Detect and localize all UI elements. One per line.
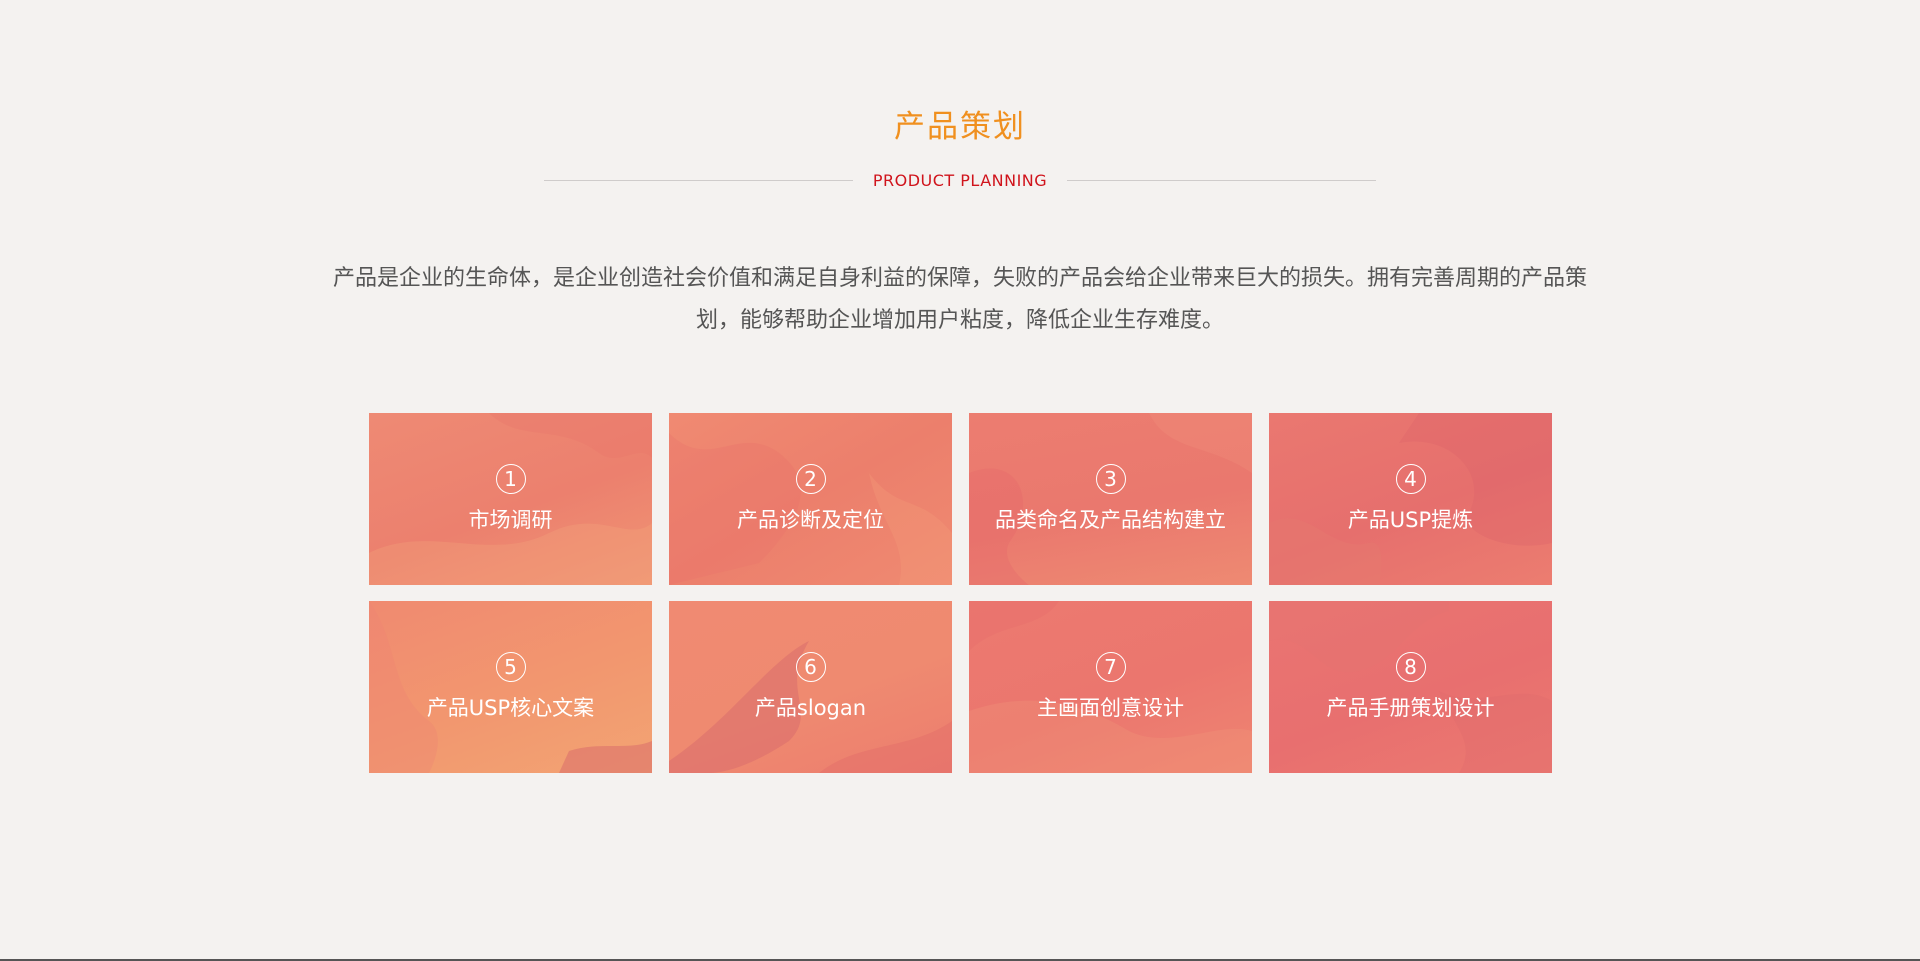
subtitle-right-divider <box>1067 179 1377 181</box>
swirl-decoration <box>969 601 1252 773</box>
card-number-badge: 4 <box>1395 464 1426 494</box>
card-label: 品类命名及产品结构建立 <box>995 508 1226 532</box>
card-product-diagnosis[interactable]: 2 产品诊断及定位 <box>669 413 952 585</box>
swirl-decoration <box>369 413 652 585</box>
subtitle-row: PRODUCT PLANNING <box>544 168 1377 192</box>
section-description: 产品是企业的生命体，是企业创造社会价值和满足自身利益的保障，失败的产品会给企业带… <box>270 258 1650 342</box>
description-line-1: 产品是企业的生命体，是企业创造社会价值和满足自身利益的保障，失败的产品会给企业带… <box>332 266 1587 291</box>
product-planning-section: 产品策划 PRODUCT PLANNING 产品是企业的生命体，是企业创造社会价… <box>0 0 1920 961</box>
card-market-research[interactable]: 1 市场调研 <box>369 413 652 585</box>
card-label: 产品slogan <box>754 696 867 720</box>
swirl-decoration <box>1269 601 1552 773</box>
subtitle-left-divider <box>544 179 853 181</box>
description-line-2: 划，能够帮助企业增加用户粘度，降低企业生存难度。 <box>695 308 1224 333</box>
card-category-naming[interactable]: 3 品类命名及产品结构建立 <box>969 413 1252 585</box>
card-number-badge: 8 <box>1395 652 1426 682</box>
swirl-decoration <box>669 433 952 585</box>
swirl-decoration <box>369 601 652 773</box>
card-number-badge: 6 <box>795 652 826 682</box>
card-number-badge: 2 <box>795 464 826 494</box>
card-brochure-design[interactable]: 8 产品手册策划设计 <box>1269 601 1552 773</box>
card-usp-copywriting[interactable]: 5 产品USP核心文案 <box>369 601 652 773</box>
section-subtitle: PRODUCT PLANNING <box>872 170 1048 190</box>
card-key-visual-design[interactable]: 7 主画面创意设计 <box>969 601 1252 773</box>
card-label: 市场调研 <box>468 508 553 532</box>
card-number-badge: 7 <box>1095 652 1126 682</box>
swirl-decoration <box>1269 413 1552 585</box>
section-title: 产品策划 <box>894 109 1026 145</box>
card-label: 产品USP核心文案 <box>426 696 595 720</box>
card-number-badge: 5 <box>495 652 526 682</box>
card-number-badge: 1 <box>495 464 526 494</box>
card-label: 产品手册策划设计 <box>1326 696 1495 720</box>
card-product-slogan[interactable]: 6 产品slogan <box>669 601 952 773</box>
swirl-decoration <box>669 641 952 773</box>
service-card-grid: 1 市场调研 2 产品诊断及定位 3 品类命名及产品结构建立 4 产品USP提炼… <box>369 413 1552 773</box>
card-number-badge: 3 <box>1095 464 1126 494</box>
swirl-decoration <box>969 413 1252 585</box>
card-label: 产品诊断及定位 <box>737 508 884 532</box>
card-label: 产品USP提炼 <box>1347 508 1474 532</box>
card-label: 主画面创意设计 <box>1037 696 1184 720</box>
card-usp-refinement[interactable]: 4 产品USP提炼 <box>1269 413 1552 585</box>
